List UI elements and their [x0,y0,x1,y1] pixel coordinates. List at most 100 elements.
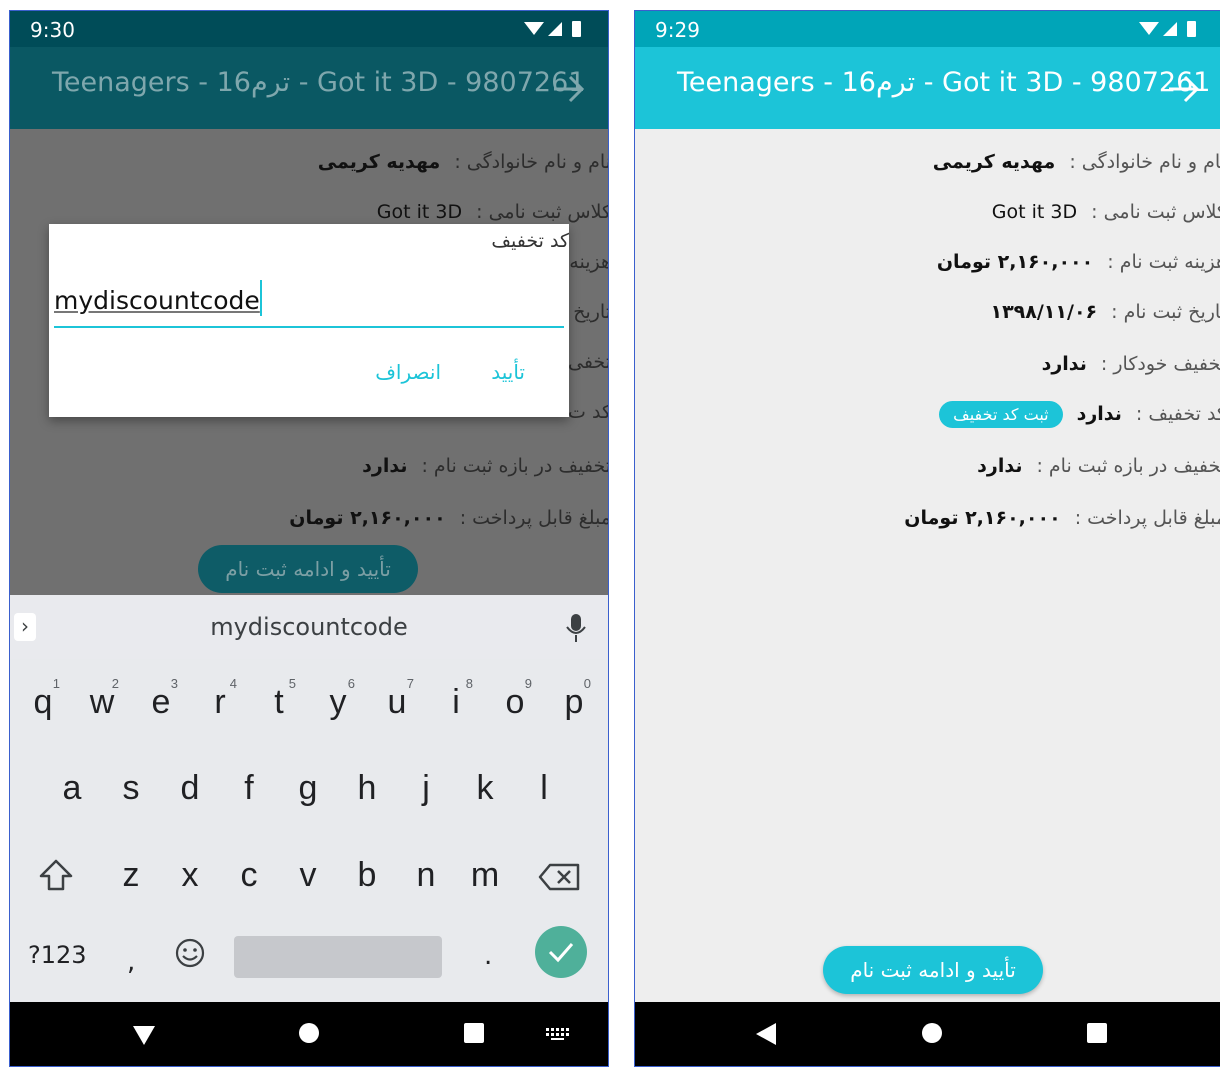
key-r[interactable]: r4 [191,667,249,737]
info-row-payable: مبلغ قابل پرداخت : ۲,۱۶۰,۰۰۰ تومان [904,501,1220,535]
back-arrow-icon[interactable] [1167,75,1201,103]
info-row-payable: مبلغ قابل پرداخت : ۲,۱۶۰,۰۰۰ تومان [289,501,609,535]
period-key[interactable]: . [484,941,492,971]
key-number: 8 [465,676,473,691]
key-number: 2 [111,676,119,691]
soft-keyboard: › mydiscountcode q1 w2 e3 r4 t5 y6 u7 i8… [10,595,608,1004]
status-time: 9:30 [30,18,75,42]
key-p[interactable]: p0 [545,667,603,737]
key-number: 7 [406,676,414,691]
confirm-continue-button[interactable]: تأیید و ادامه ثبت نام [198,545,418,593]
key-w[interactable]: w2 [73,667,131,737]
back-arrow-icon[interactable] [552,75,586,103]
key-x[interactable]: x [161,840,219,910]
row-label: نام و نام خانوادگی : [1069,151,1220,173]
key-o[interactable]: o9 [486,667,544,737]
key-u[interactable]: u7 [368,667,426,737]
info-row-auto-discount: تخفیف خودکار : ندارد [1042,347,1220,381]
key-j[interactable]: j [397,753,455,823]
key-number: 0 [583,676,591,691]
row-label: تاریخ ثبت نام : [1111,301,1220,323]
key-z[interactable]: z [102,840,160,910]
key-q[interactable]: q1 [14,667,72,737]
info-row-discount-code: کد ت [568,395,609,429]
row-value: ندارد [1076,403,1122,425]
row-label: هزینه [569,251,609,273]
key-i[interactable]: i8 [427,667,485,737]
dialog-cancel-button[interactable]: انصراف [375,360,441,384]
key-y[interactable]: y6 [309,667,367,737]
info-row-auto-discount: تخفی [567,345,609,379]
suggestion-word[interactable]: mydiscountcode [10,613,608,641]
key-label: r [214,683,226,721]
key-label: o [505,683,525,721]
key-c[interactable]: c [220,840,278,910]
battery-icon [1187,21,1196,37]
mic-icon[interactable] [564,613,588,643]
discount-code-input[interactable]: mydiscountcode [54,274,564,328]
row-label: کلاس ثبت نامی : [1091,201,1220,223]
comma-key[interactable]: , [127,947,135,977]
key-label: u [387,683,407,721]
info-row-fee: هزینه [569,245,609,279]
nav-home-icon[interactable] [921,1022,943,1044]
confirm-continue-button[interactable]: تأیید و ادامه ثبت نام [823,946,1043,994]
dialog-ok-button[interactable]: تأیید [491,360,525,384]
key-number: 3 [170,676,178,691]
key-b[interactable]: b [338,840,396,910]
key-s[interactable]: s [102,753,160,823]
enter-key[interactable] [535,926,587,978]
key-k[interactable]: k [456,753,514,823]
wifi-icon [524,22,544,35]
key-f[interactable]: f [220,753,278,823]
nav-back-icon[interactable] [132,1024,156,1046]
status-bar: 9:30 [10,11,608,47]
key-h[interactable]: h [338,753,396,823]
row-label: کد ت [568,401,609,423]
row-label: مبلغ قابل پرداخت : [1074,507,1220,529]
row-value: Got it 3D [991,201,1078,223]
dialog-title: کد تخفیف [491,230,569,252]
key-g[interactable]: g [279,753,337,823]
key-a[interactable]: a [43,753,101,823]
info-row-date: تاریخ [573,295,608,329]
key-label: p [564,683,584,721]
info-row-period-discount: تخفیف در بازه ثبت نام : ندارد [977,449,1220,483]
shift-icon[interactable] [38,858,74,892]
key-label: i [452,683,460,721]
key-number: 4 [229,676,237,691]
key-m[interactable]: m [456,840,514,910]
info-row-date: تاریخ ثبت نام : ۱۳۹۸/۱۱/۰۶ [990,295,1220,329]
space-key[interactable] [234,936,442,978]
system-nav-bar [635,1002,1220,1066]
text-caret [259,280,262,316]
info-row-name: نام و نام خانوادگی : مهدیه کریمی [318,145,608,179]
symbols-key[interactable]: ?123 [28,941,87,969]
row-value: ندارد [977,455,1023,477]
key-n[interactable]: n [397,840,455,910]
key-t[interactable]: t5 [250,667,308,737]
key-e[interactable]: e3 [132,667,190,737]
nav-home-icon[interactable] [298,1022,320,1044]
register-discount-code-button[interactable]: ثبت کد تخفیف [939,400,1063,428]
row-label: کلاس ثبت نامی : [476,201,609,223]
backspace-icon[interactable] [538,863,580,891]
signal-icon [1163,22,1177,36]
status-time: 9:29 [655,18,700,42]
key-v[interactable]: v [279,840,337,910]
key-d[interactable]: d [161,753,219,823]
input-value: mydiscountcode [54,286,260,315]
row-label: تخفیف خودکار : [1100,353,1220,375]
row-label: تخفی [567,351,609,373]
info-row-discount-code: کد تخفیف : ندارد ثبت کد تخفیف [939,397,1220,431]
info-row-period-discount: تخفیف در بازه ثبت نام : ندارد [362,449,608,483]
emoji-icon[interactable] [174,937,206,969]
row-label: مبلغ قابل پرداخت : [459,507,609,529]
nav-recents-icon[interactable] [464,1022,484,1044]
key-l[interactable]: l [515,753,573,823]
nav-back-icon[interactable] [755,1022,777,1046]
check-icon [548,943,574,963]
keyboard-switch-icon[interactable] [546,1028,570,1040]
nav-recents-icon[interactable] [1087,1022,1107,1044]
row-value: Got it 3D [376,201,463,223]
